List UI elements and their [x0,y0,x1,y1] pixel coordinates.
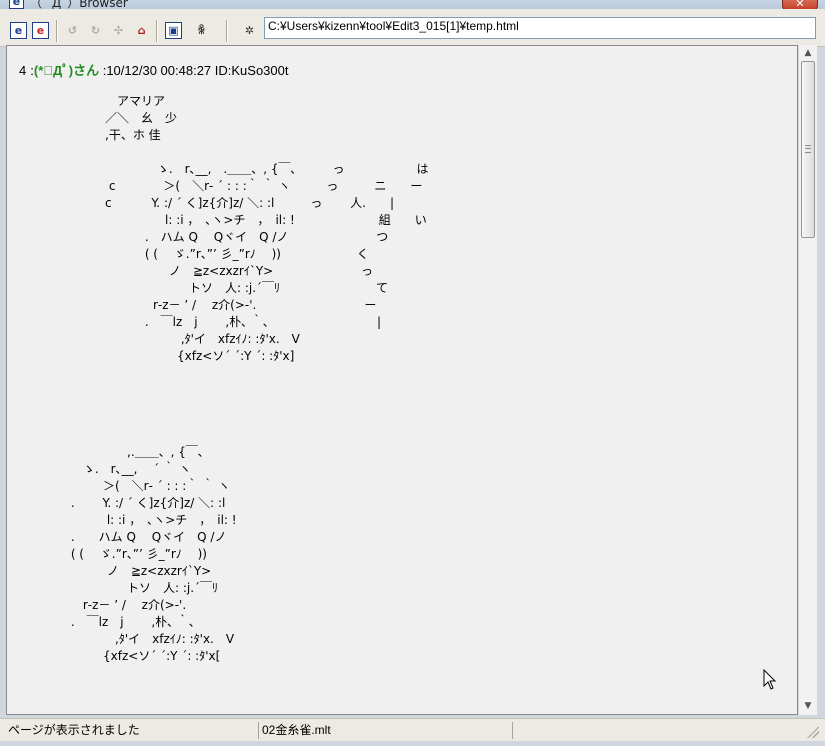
ie-open-alt-button[interactable]: e [32,22,49,39]
face-button[interactable]: ꆜ [193,22,210,39]
home-button[interactable]: ⌂ [133,22,150,39]
post-header: 4:(*ﾟДﾟ)さん :10/12/30 00:48:27 ID:KuSo300… [19,60,288,79]
view-icon: ▣ [168,24,179,37]
close-button[interactable]: ✕ [782,0,818,9]
window-title: （ ´Д`）Browser [30,0,128,9]
ascii-art-block-1: アマリア ／＼ 幺 少 ,干、ホ 佳 ゝ. r､__, .＿＿、, {￣､ っ … [105,94,429,363]
face-icon: ꆜ [197,24,206,37]
toolbar-separator [56,20,58,42]
ascii-art-block-2: ,.＿＿、, {￣､ ゝ. r､__, ´ ｀ ヽ ＞( ＼r‐ ´ : : :… [70,445,237,663]
address-bar[interactable]: C:¥Users¥kizenn¥tool¥Edit3_015[1]¥temp.h… [264,17,816,39]
toolbar: e e ↺ ↻ ✣ ⌂ ▣ ꆜ ✲ C:¥Users¥kizenn¥tool¥E… [0,9,825,47]
forward-button[interactable]: ↻ [87,22,104,39]
post-author-name[interactable]: (*ﾟДﾟ)さん [34,63,99,78]
back-icon: ↺ [67,24,78,37]
scrollbar-grip-icon [805,145,811,153]
ie-open-button[interactable]: e [10,22,27,39]
browser-app-icon: e [9,0,24,9]
settings-icon: ✲ [244,24,255,37]
title-bar[interactable]: e （ ´Д`）Browser ✕ [0,0,825,9]
home-icon: ⌂ [137,24,146,37]
mouse-cursor-icon [763,669,777,690]
back-button[interactable]: ↺ [64,22,81,39]
ie-icon: e [14,24,23,37]
scroll-down-arrow-icon[interactable]: ▼ [799,698,817,715]
page-content: 4:(*ﾟДﾟ)さん :10/12/30 00:48:27 ID:KuSo300… [6,45,798,715]
toolbar-separator [226,20,228,42]
scrollbar-thumb[interactable] [801,61,815,238]
settings-button[interactable]: ✲ [241,22,258,39]
stop-button[interactable]: ✣ [110,22,127,39]
toolbar-separator [156,20,158,42]
resize-grip-icon[interactable] [807,726,819,738]
scroll-up-arrow-icon[interactable]: ▲ [799,45,817,62]
forward-icon: ↻ [90,24,101,37]
status-message: ページが表示されました [8,722,259,739]
stop-icon: ✣ [113,24,124,37]
view-button[interactable]: ▣ [165,22,182,39]
post-number: 4 [19,63,27,78]
status-file-name: 02金糸雀.mlt [262,722,513,739]
post-meta: :10/12/30 00:48:27 ID:KuSo300t [102,63,289,78]
ie-icon-alt: e [36,24,45,37]
vertical-scrollbar[interactable]: ▲ ▼ [798,45,817,715]
status-bar: ページが表示されました 02金糸雀.mlt [0,718,825,741]
